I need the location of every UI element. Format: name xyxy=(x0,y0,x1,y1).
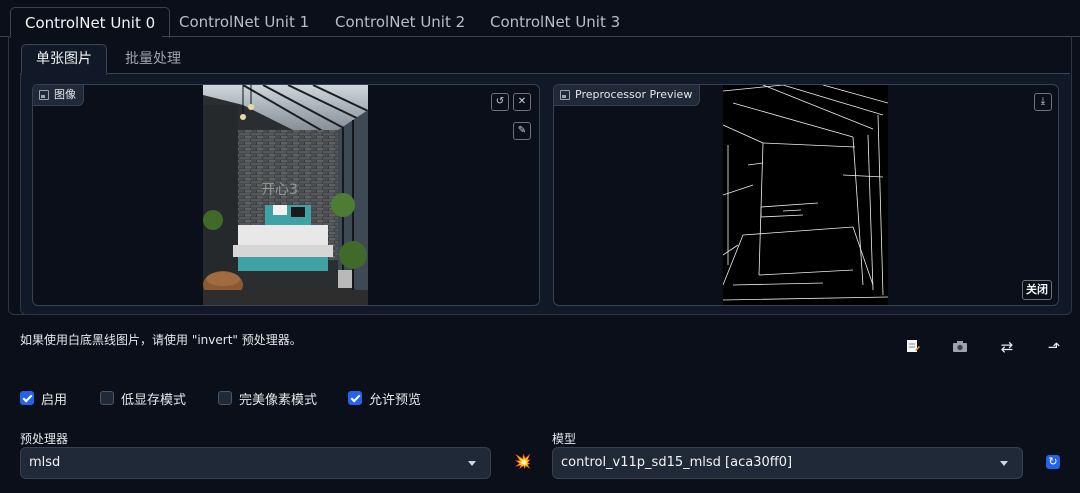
download-icon[interactable]: ⤓ xyxy=(1034,93,1052,111)
sub-tab-divider xyxy=(20,73,1070,74)
chevron-down-icon xyxy=(1000,461,1008,466)
swap-icon[interactable]: ⇄ xyxy=(998,338,1016,356)
preprocessor-value: mlsd xyxy=(29,455,61,470)
tab-controlnet-unit-2[interactable]: ControlNet Unit 2 xyxy=(335,8,465,36)
model-select[interactable]: control_v11p_sd15_mlsd [aca30ff0] xyxy=(552,447,1023,479)
tab-single-image[interactable]: 单张图片 xyxy=(21,44,107,75)
chevron-down-icon xyxy=(468,461,476,466)
preprocessor-select[interactable]: mlsd xyxy=(20,447,491,479)
checkbox-allow-preview[interactable] xyxy=(348,391,362,405)
image-watermark: 开心3 xyxy=(261,182,298,198)
pixel-perfect-checkbox[interactable]: 完美像素模式 xyxy=(218,388,317,408)
tab-controlnet-unit-0[interactable]: ControlNet Unit 0 xyxy=(10,7,171,38)
input-image-dropzone[interactable]: 图像 开心3 ↺ ✕ ✎ xyxy=(32,84,540,306)
low-vram-checkbox[interactable]: 低显存模式 xyxy=(100,388,186,408)
tab-controlnet-unit-3[interactable]: ControlNet Unit 3 xyxy=(490,8,620,36)
preview-box-label: Preprocessor Preview xyxy=(554,85,701,106)
checkbox-enable[interactable] xyxy=(20,391,34,405)
close-preview-button[interactable]: 关闭 xyxy=(1022,280,1052,300)
checkbox-low-vram[interactable] xyxy=(100,391,114,405)
edit-brush-icon[interactable]: ✎ xyxy=(513,122,531,140)
checkbox-pixel-perfect[interactable] xyxy=(218,391,232,405)
image-box-label: 图像 xyxy=(33,85,84,106)
camera-icon[interactable] xyxy=(951,338,969,356)
refresh-models-icon[interactable]: ↻ xyxy=(1046,455,1060,469)
invert-hint-text: 如果使用白底黑线图片，请使用 "invert" 预处理器。 xyxy=(20,333,302,347)
preprocessor-label: 预处理器 xyxy=(20,432,69,446)
allow-preview-checkbox[interactable]: 允许预览 xyxy=(348,388,421,408)
enable-checkbox[interactable]: 启用 xyxy=(20,388,67,408)
send-dimensions-icon[interactable]: ⬏ xyxy=(1045,338,1063,356)
run-preprocessor-icon[interactable]: 💥 xyxy=(514,454,531,470)
clear-icon[interactable]: ✕ xyxy=(513,93,531,111)
preprocessor-preview: Preprocessor Preview ⤓ 关闭 xyxy=(553,84,1059,306)
mlsd-line-preview-image xyxy=(723,85,888,305)
reset-icon[interactable]: ↺ xyxy=(491,93,509,111)
model-label: 模型 xyxy=(552,432,577,446)
new-canvas-icon[interactable] xyxy=(904,338,922,356)
tab-batch[interactable]: 批量处理 xyxy=(125,45,181,73)
model-value: control_v11p_sd15_mlsd [aca30ff0] xyxy=(561,455,793,470)
image-icon xyxy=(39,90,49,100)
image-icon xyxy=(560,90,570,100)
tab-controlnet-unit-1[interactable]: ControlNet Unit 1 xyxy=(179,8,309,36)
